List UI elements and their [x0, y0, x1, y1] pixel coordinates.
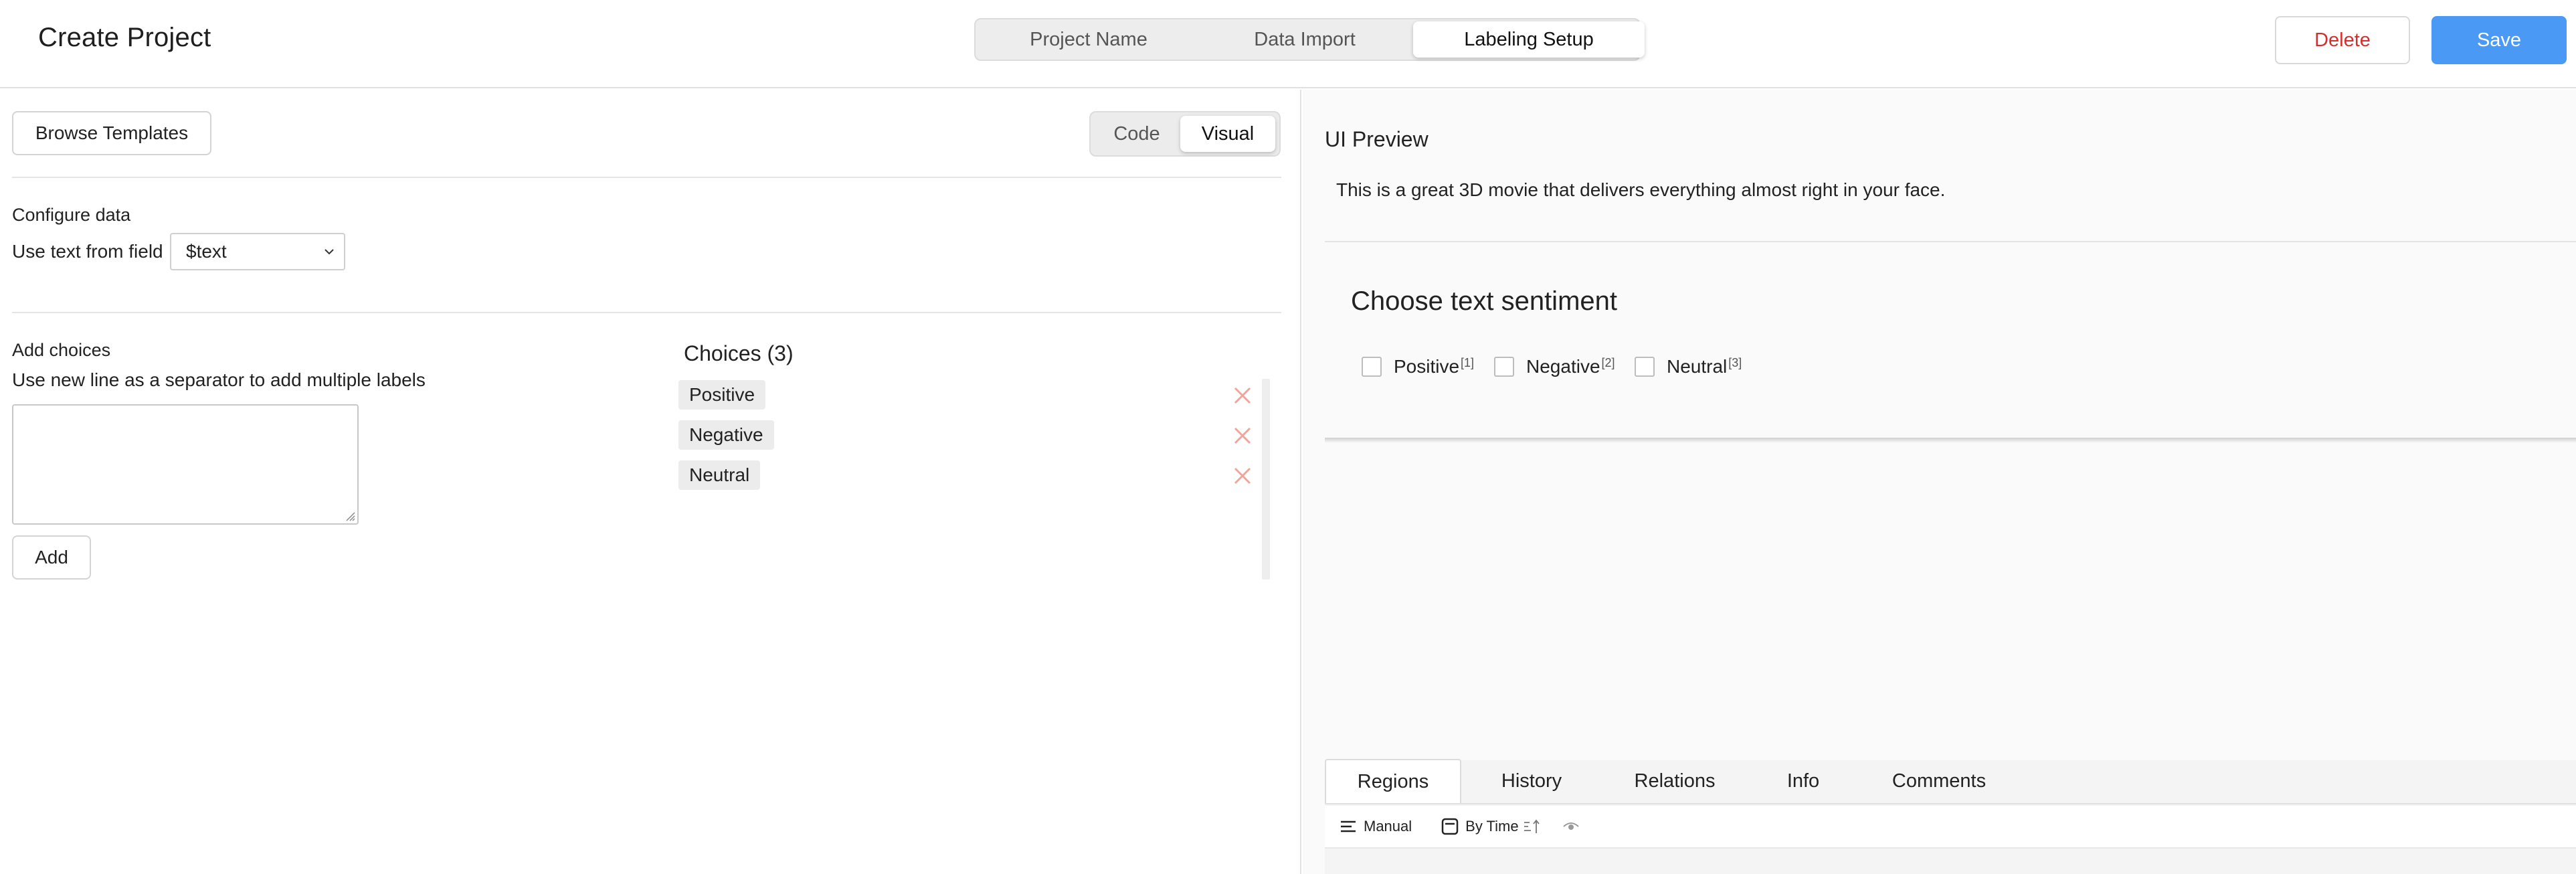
editor-mode-toggle: Code Visual	[1089, 111, 1281, 157]
step-labeling-setup[interactable]: Labeling Setup	[1413, 21, 1645, 58]
checkbox[interactable]	[1635, 357, 1655, 377]
sort-icon	[1441, 818, 1459, 835]
list-order-icon	[1341, 820, 1356, 833]
sort-direction-icon	[1524, 819, 1540, 833]
checkbox[interactable]	[1494, 357, 1514, 377]
divider	[12, 312, 1281, 313]
add-choices-heading: Add choices	[12, 340, 111, 360]
tab-comments[interactable]: Comments	[1859, 759, 2019, 803]
delete-button[interactable]: Delete	[2275, 16, 2410, 64]
annotation-tabs: Regions History Relations Info Comments	[1325, 759, 2576, 804]
field-select-label: Use text from field	[12, 241, 163, 262]
configure-data-heading: Configure data	[12, 205, 131, 225]
add-choices-hint: Use new line as a separator to add multi…	[12, 369, 426, 390]
sort-by-time-button[interactable]: By Time	[1441, 818, 1541, 835]
choice-option-label: Neutral	[1667, 356, 1728, 377]
visibility-toggle-button[interactable]	[1562, 819, 1587, 834]
divider	[1325, 241, 2576, 242]
choice-option-label: Positive	[1394, 356, 1460, 377]
choices-textarea[interactable]	[12, 404, 359, 525]
step-data-import[interactable]: Data Import	[1199, 21, 1410, 58]
visual-mode-tab[interactable]: Visual	[1180, 116, 1275, 152]
divider	[12, 177, 1281, 178]
choice-tag: Negative	[678, 420, 774, 450]
step-project-name[interactable]: Project Name	[978, 21, 1199, 58]
choice-option-label: Negative	[1526, 356, 1600, 377]
choice-option-neutral[interactable]: Neutral [3]	[1635, 353, 1742, 380]
chevron-down-icon	[325, 249, 334, 255]
checkbox[interactable]	[1362, 357, 1382, 377]
tab-history[interactable]: History	[1461, 759, 1602, 803]
card-bottom-edge	[1325, 438, 2576, 443]
close-icon[interactable]	[1232, 385, 1253, 406]
choice-tag: Positive	[678, 380, 766, 410]
sort-by-time-label: By Time	[1465, 818, 1519, 835]
page-title: Create Project	[38, 23, 211, 52]
tab-regions[interactable]: Regions	[1325, 759, 1461, 803]
order-manual-button[interactable]: Manual	[1340, 818, 1412, 835]
choices-heading: Choices (3)	[684, 341, 794, 365]
field-select[interactable]: $text	[170, 233, 345, 270]
resize-grip-icon[interactable]	[344, 510, 356, 522]
tab-info[interactable]: Info	[1748, 759, 1859, 803]
hotkey-hint: [2]	[1601, 355, 1615, 369]
close-icon[interactable]	[1232, 426, 1253, 446]
code-mode-tab[interactable]: Code	[1093, 116, 1180, 152]
save-button[interactable]: Save	[2431, 16, 2567, 64]
annotation-sidebar: Regions History Relations Info Comments …	[1325, 759, 2576, 874]
eye-icon	[1562, 822, 1579, 830]
field-select-value: $text	[186, 241, 227, 262]
hotkey-hint: [1]	[1461, 355, 1475, 369]
sentiment-question: Choose text sentiment	[1351, 286, 1617, 316]
browse-templates-button[interactable]: Browse Templates	[12, 111, 211, 155]
add-choices-button[interactable]: Add	[12, 535, 91, 580]
hotkey-hint: [3]	[1728, 355, 1742, 369]
choice-option-negative[interactable]: Negative [2]	[1494, 353, 1615, 380]
order-manual-label: Manual	[1364, 818, 1412, 835]
regions-toolbar: Manual By Time	[1325, 806, 2576, 849]
preview-panel: UI Preview This is a great 3D movie that…	[1303, 90, 2576, 874]
choice-tag: Neutral	[678, 460, 761, 490]
header: Create Project Project Name Data Import …	[0, 0, 2576, 88]
choice-option-positive[interactable]: Positive [1]	[1362, 353, 1474, 380]
preview-sample-text: This is a great 3D movie that delivers e…	[1336, 179, 1946, 200]
tab-relations[interactable]: Relations	[1602, 759, 1748, 803]
choices-scrollbar[interactable]	[1262, 379, 1270, 580]
config-panel: Browse Templates Code Visual Configure d…	[0, 90, 1301, 874]
preview-heading: UI Preview	[1325, 127, 1429, 151]
step-tabs: Project Name Data Import Labeling Setup	[974, 18, 1645, 61]
close-icon[interactable]	[1232, 466, 1253, 486]
